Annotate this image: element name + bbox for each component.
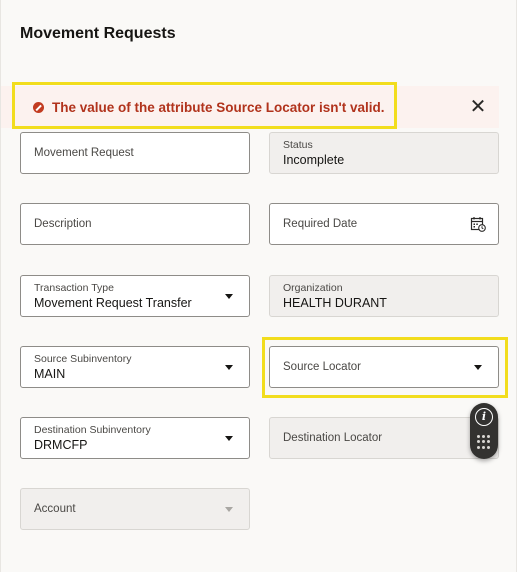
organization-field: Organization HEALTH DURANT bbox=[269, 275, 499, 317]
account-label: Account bbox=[34, 503, 76, 515]
transaction-type-label: Transaction Type bbox=[34, 282, 114, 294]
source-subinventory-select[interactable]: Source Subinventory MAIN bbox=[20, 346, 250, 388]
transaction-type-select[interactable]: Transaction Type Movement Request Transf… bbox=[20, 275, 250, 317]
transaction-type-value: Movement Request Transfer bbox=[34, 296, 192, 310]
page-title: Movement Requests bbox=[20, 25, 176, 42]
account-select: Account bbox=[20, 488, 250, 530]
error-message: The value of the attribute Source Locato… bbox=[52, 100, 385, 115]
destination-locator-label: Destination Locator bbox=[283, 432, 383, 444]
description-field[interactable]: Description bbox=[20, 203, 250, 245]
source-subinventory-value: MAIN bbox=[34, 367, 66, 381]
chevron-down-icon bbox=[225, 507, 233, 512]
movement-request-field[interactable]: Movement Request bbox=[20, 132, 250, 174]
source-locator-label: Source Locator bbox=[283, 361, 361, 373]
required-date-field[interactable]: Required Date bbox=[269, 203, 499, 245]
close-error-button[interactable]: ✕ bbox=[467, 96, 489, 118]
source-subinventory-label: Source Subinventory bbox=[34, 353, 132, 365]
keypad-icon[interactable] bbox=[477, 435, 491, 449]
destination-subinventory-select[interactable]: Destination Subinventory DRMCFP bbox=[20, 417, 250, 459]
chevron-down-icon[interactable] bbox=[474, 365, 482, 370]
destination-subinventory-label: Destination Subinventory bbox=[34, 424, 151, 436]
destination-locator-field: Destination Locator bbox=[269, 417, 499, 459]
info-icon[interactable]: i bbox=[475, 408, 493, 426]
source-locator-select[interactable]: Source Locator bbox=[269, 346, 499, 388]
chevron-down-icon[interactable] bbox=[225, 436, 233, 441]
destination-subinventory-value: DRMCFP bbox=[34, 438, 88, 452]
required-date-label: Required Date bbox=[283, 218, 358, 230]
movement-request-panel: Movement Requests The value of the attri… bbox=[0, 0, 517, 572]
chevron-down-icon[interactable] bbox=[225, 294, 233, 299]
organization-value: HEALTH DURANT bbox=[283, 296, 387, 310]
status-field: Status Incomplete bbox=[269, 132, 499, 174]
calendar-icon[interactable] bbox=[470, 216, 486, 232]
chevron-down-icon[interactable] bbox=[225, 365, 233, 370]
assistant-widget[interactable]: i bbox=[470, 403, 498, 459]
error-icon bbox=[33, 102, 44, 113]
organization-label: Organization bbox=[283, 282, 343, 294]
movement-request-label: Movement Request bbox=[34, 147, 134, 159]
status-label: Status bbox=[283, 139, 313, 151]
status-value: Incomplete bbox=[283, 153, 345, 167]
description-label: Description bbox=[34, 218, 92, 230]
